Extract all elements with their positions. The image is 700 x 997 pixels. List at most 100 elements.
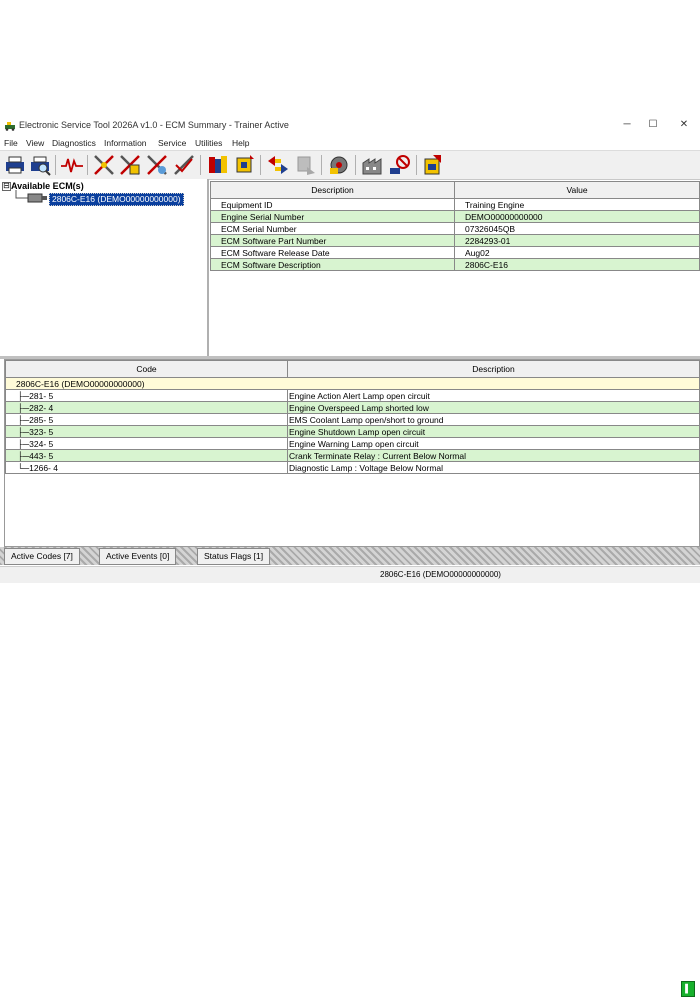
tree-branch-line: ├─ <box>10 390 30 401</box>
toolbar-separator <box>416 155 417 175</box>
toolbar-separator <box>355 155 356 175</box>
menu-view[interactable]: View <box>26 138 44 148</box>
summary-description-cell: ECM Serial Number <box>210 222 455 235</box>
summary-value-cell: Aug02 <box>454 246 700 259</box>
code-row[interactable]: ├─282- 4 Engine Overspeed Lamp shorted lo… <box>5 401 700 414</box>
code-cell: ├─282- 4 <box>5 401 288 414</box>
code-value: 443- 5 <box>29 450 54 461</box>
status-ecm-label: 2806C-E16 (DEMO00000000000) <box>380 570 501 579</box>
minimize-button[interactable]: ─ <box>614 117 640 133</box>
waveform-icon[interactable] <box>60 153 84 177</box>
ecm-summary-grid: Description Value Equipment ID Training E… <box>210 181 700 271</box>
column-header-value[interactable]: Value <box>454 181 700 199</box>
summary-description-cell: Equipment ID <box>210 198 455 211</box>
application-window: Electronic Service Tool 2026A v1.0 - ECM… <box>0 114 700 997</box>
toolbar-separator <box>321 155 322 175</box>
codes-group-label: 2806C-E16 (DEMO00000000000) <box>5 377 700 390</box>
tab-status-flags[interactable]: Status Flags [1] <box>197 548 271 565</box>
summary-value-cell: DEMO00000000000 <box>454 210 700 223</box>
close-button[interactable]: ✕ <box>671 117 697 133</box>
no-entry-icon[interactable] <box>388 153 412 177</box>
code-cell: ├─285- 5 <box>5 413 288 426</box>
diagnostic-tool-3-icon[interactable] <box>145 153 169 177</box>
data-transfer-icon[interactable] <box>266 153 290 177</box>
codes-group-row[interactable]: 2806C-E16 (DEMO00000000000) <box>5 377 700 390</box>
code-row[interactable]: └─1266- 4 Diagnostic Lamp : Voltage Below… <box>5 461 700 474</box>
code-cell: └─1266- 4 <box>5 461 288 474</box>
code-description-cell: Diagnostic Lamp : Voltage Below Normal <box>287 461 700 474</box>
code-value: 324- 5 <box>29 438 54 449</box>
column-header-description[interactable]: Description <box>210 181 455 199</box>
summary-row[interactable]: ECM Software Release Date Aug02 <box>210 246 700 259</box>
flash-file-icon[interactable] <box>421 153 445 177</box>
summary-row[interactable]: ECM Software Part Number 2284293-01 <box>210 234 700 247</box>
tree-branch-line: ├─ <box>10 426 30 437</box>
print-preview-icon[interactable] <box>28 153 52 177</box>
active-codes-grid: Code Description 2806C-E16 (DEMO00000000… <box>4 359 700 547</box>
code-description-cell: Engine Overspeed Lamp shorted low <box>287 401 700 414</box>
maximize-button[interactable]: ☐ <box>640 117 666 133</box>
printer-icon[interactable] <box>3 153 27 177</box>
menu-information[interactable]: Information <box>104 138 147 148</box>
diagnostic-tool-4-icon[interactable] <box>172 153 196 177</box>
code-row[interactable]: ├─443- 5 Crank Terminate Relay : Current … <box>5 449 700 462</box>
diagnostic-tool-2-icon[interactable] <box>118 153 142 177</box>
toolbar <box>0 150 700 180</box>
menu-file[interactable]: File <box>4 138 18 148</box>
diagnostic-tool-1-icon[interactable] <box>92 153 116 177</box>
code-description-cell: Engine Shutdown Lamp open circuit <box>287 425 700 438</box>
summary-value-cell: 2284293-01 <box>454 234 700 247</box>
column-header-code[interactable]: Code <box>5 360 288 378</box>
summary-row[interactable]: ECM Serial Number 07326045QB <box>210 222 700 235</box>
code-row[interactable]: ├─285- 5 EMS Coolant Lamp open/short to g… <box>5 413 700 426</box>
window-title: Electronic Service Tool 2026A v1.0 - ECM… <box>19 120 289 130</box>
disabled-device-icon[interactable] <box>293 153 317 177</box>
tab-active-codes[interactable]: Active Codes [7] <box>4 548 80 565</box>
summary-description-cell: ECM Software Release Date <box>210 246 455 259</box>
code-row[interactable]: ├─324- 5 Engine Warning Lamp open circuit <box>5 437 700 450</box>
books-icon[interactable] <box>206 153 230 177</box>
menu-help[interactable]: Help <box>232 138 249 148</box>
ecm-tree-panel: ⊟ Available ECM(s) 2806C-E16 (DEMO000000… <box>0 179 209 356</box>
code-description-cell: Engine Warning Lamp open circuit <box>287 437 700 450</box>
code-row[interactable]: ├─323- 5 Engine Shutdown Lamp open circui… <box>5 425 700 438</box>
summary-value-cell: 2806C-E16 <box>454 258 700 271</box>
codes-header-row: Code Description <box>5 360 700 378</box>
tree-item-ecm-selected[interactable]: 2806C-E16 (DEMO00000000000) <box>49 193 184 206</box>
summary-description-cell: Engine Serial Number <box>210 210 455 223</box>
tree-collapse-toggle[interactable]: ⊟ <box>2 182 11 191</box>
code-value: 281- 5 <box>29 390 54 401</box>
menu-diagnostics[interactable]: Diagnostics <box>52 138 96 148</box>
summary-value-cell: 07326045QB <box>454 222 700 235</box>
tree-branch-line: ├─ <box>10 402 30 413</box>
code-cell: ├─443- 5 <box>5 449 288 462</box>
code-cell: ├─281- 5 <box>5 389 288 402</box>
ecm-connector-icon <box>15 190 47 203</box>
summary-header-row: Description Value <box>210 181 700 199</box>
tab-active-events[interactable]: Active Events [0] <box>99 548 177 565</box>
menu-bar: File View Diagnostics Information Servic… <box>0 136 700 150</box>
summary-row[interactable]: Equipment ID Training Engine <box>210 198 700 211</box>
status-bar: 2806C-E16 (DEMO00000000000) <box>0 566 700 583</box>
summary-row[interactable]: Engine Serial Number DEMO00000000000 <box>210 210 700 223</box>
tree-branch-line: ├─ <box>10 450 30 461</box>
gear-settings-icon[interactable] <box>327 153 351 177</box>
code-cell: ├─323- 5 <box>5 425 288 438</box>
summary-value-cell: Training Engine <box>454 198 700 211</box>
code-cell: ├─324- 5 <box>5 437 288 450</box>
chip-config-icon[interactable] <box>232 153 256 177</box>
tree-branch-line: └─ <box>10 462 30 473</box>
factory-icon[interactable] <box>361 153 385 177</box>
app-logo-icon <box>5 122 15 131</box>
tree-branch-line: ├─ <box>10 438 30 449</box>
title-bar: Electronic Service Tool 2026A v1.0 - ECM… <box>0 114 700 136</box>
menu-utilities[interactable]: Utilities <box>195 138 222 148</box>
menu-service[interactable]: Service <box>158 138 186 148</box>
code-row[interactable]: ├─281- 5 Engine Action Alert Lamp open ci… <box>5 389 700 402</box>
code-value: 285- 5 <box>29 414 54 425</box>
summary-row[interactable]: ECM Software Description 2806C-E16 <box>210 258 700 271</box>
toolbar-separator <box>55 155 56 175</box>
column-header-code-description[interactable]: Description <box>287 360 700 378</box>
connection-status-indicator: ▌ <box>681 981 695 997</box>
summary-description-cell: ECM Software Part Number <box>210 234 455 247</box>
